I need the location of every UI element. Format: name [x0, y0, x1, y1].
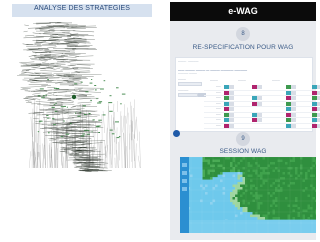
toggle-switch[interactable]: [312, 112, 320, 117]
step-9-badge: 9: [236, 132, 250, 146]
toggle-switch[interactable]: [224, 118, 234, 122]
map-tool-button[interactable]: [182, 171, 187, 175]
toggle-switch[interactable]: [224, 90, 234, 95]
step-8-title: RE-SPECIFICATION POUR WAG: [192, 44, 294, 51]
toggle-switch[interactable]: [312, 118, 320, 122]
column-header: ———: [272, 79, 280, 82]
row-label: ——: [216, 118, 221, 121]
toggle-switch[interactable]: [252, 118, 262, 122]
form-field[interactable]: [178, 93, 198, 97]
wag-session-map-screenshot: [180, 157, 316, 233]
toggle-switch[interactable]: [224, 107, 234, 111]
ewag-app-panel: e-WAG 8 RE-SPECIFICATION POUR WAG ——— · …: [170, 2, 320, 240]
toggle-switch[interactable]: [224, 112, 234, 117]
row-label: ——: [216, 85, 221, 88]
map-tool-button[interactable]: [182, 179, 187, 183]
step-9-title: SESSION WAG: [219, 148, 267, 155]
wag-session-map: [180, 157, 316, 233]
form-field[interactable]: [178, 82, 202, 86]
toggle-switch[interactable]: [252, 112, 262, 117]
strategy-tree-visualization: [16, 22, 141, 172]
floating-action-button[interactable]: [173, 130, 180, 137]
row-label: ——: [216, 101, 221, 105]
toggle-switch[interactable]: [224, 96, 234, 100]
toggle-switch[interactable]: [312, 96, 320, 100]
toggle-switch[interactable]: [286, 123, 296, 128]
form-subheading: ———— ———: [178, 72, 197, 75]
field-label: ————: [178, 89, 189, 92]
app-title: e-WAG: [228, 6, 258, 16]
toggle-switch[interactable]: [312, 90, 320, 95]
toggle-switch[interactable]: [312, 85, 320, 89]
toggle-switch[interactable]: [312, 101, 320, 106]
toggle-switch[interactable]: [312, 123, 320, 128]
map-side-toolbar: [180, 157, 189, 233]
row-label: ——: [216, 90, 221, 94]
toggle-switch[interactable]: [286, 107, 296, 111]
map-tool-button[interactable]: [182, 163, 187, 167]
map-tool-button[interactable]: [182, 187, 187, 191]
toggle-switch[interactable]: [286, 101, 296, 106]
row-label: ——: [216, 96, 221, 99]
row-label: ——: [216, 112, 221, 116]
toggle-switch[interactable]: [286, 96, 296, 100]
toggle-switch[interactable]: [252, 101, 262, 106]
field-label: ———: [178, 78, 186, 81]
toggle-switch[interactable]: [224, 85, 234, 89]
toggle-switch[interactable]: [286, 112, 296, 117]
step-8-badge: 8: [236, 27, 250, 41]
toggle-switch[interactable]: [224, 123, 234, 128]
strategy-analysis-title: ANALYSE DES STRATEGIES: [33, 5, 131, 12]
column-header: ———: [238, 79, 246, 82]
column-header: ———: [210, 79, 218, 82]
toggle-switch[interactable]: [252, 96, 262, 100]
toggle-switch[interactable]: [286, 118, 296, 122]
table-row-divider: [204, 128, 312, 130]
toggle-switch[interactable]: [252, 85, 262, 89]
row-label: ——: [216, 123, 221, 127]
form-breadcrumb: ——— · ————: [178, 60, 199, 63]
row-label: ——: [216, 107, 221, 110]
strategy-analysis-panel: ANALYSE DES STRATEGIES: [0, 0, 162, 242]
toggle-switch[interactable]: [312, 107, 320, 111]
toggle-switch[interactable]: [286, 90, 296, 95]
toggle-switch[interactable]: [286, 85, 296, 89]
app-header: e-WAG: [170, 2, 316, 21]
respecification-form-screenshot: ——— · ———— —— ——— ——— — ——— ———— ———— ——…: [173, 57, 320, 137]
toggle-switch[interactable]: [224, 101, 234, 106]
